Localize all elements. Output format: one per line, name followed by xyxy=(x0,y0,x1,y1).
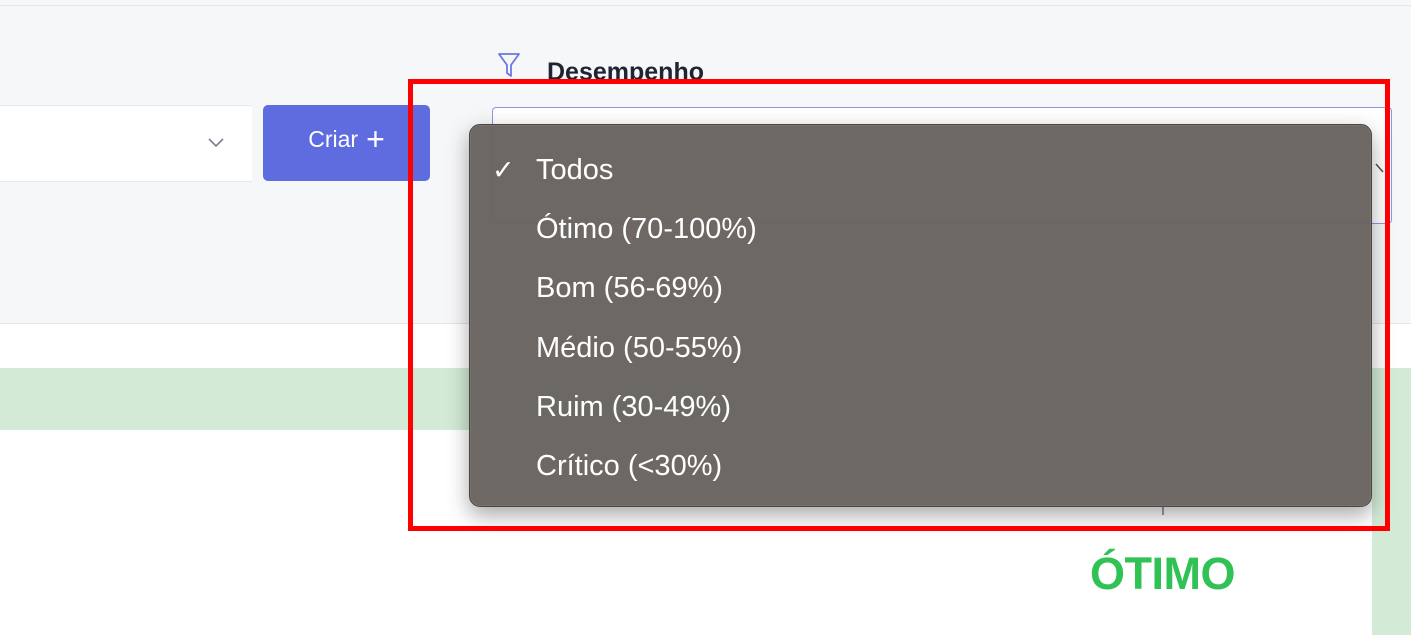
create-button-label: Criar xyxy=(308,125,359,152)
checkmark-icon: ✓ xyxy=(492,155,515,185)
menu-item-label: Ruim (30-49%) xyxy=(536,391,731,423)
menu-item-bom[interactable]: Bom (56-69%) xyxy=(470,261,1371,315)
menu-item-medio[interactable]: Médio (50-55%) xyxy=(470,321,1371,375)
menu-item-otimo[interactable]: Ótimo (70-100%) xyxy=(470,202,1371,256)
menu-item-label: Crítico (<30%) xyxy=(536,450,723,482)
chevron-down-icon[interactable] xyxy=(1374,160,1388,178)
menu-item-todos[interactable]: ✓ Todos xyxy=(470,143,1371,197)
menu-item-label: Ótimo (70-100%) xyxy=(536,213,757,245)
chevron-down-icon[interactable] xyxy=(206,135,226,149)
divider xyxy=(0,5,1411,6)
row-highlight-strip xyxy=(1372,430,1411,635)
menu-item-label: Médio (50-55%) xyxy=(536,332,743,364)
performance-dropdown-menu: ✓ Todos Ótimo (70-100%) Bom (56-69%) Méd… xyxy=(469,124,1372,507)
plus-icon: + xyxy=(366,121,385,157)
menu-item-label: Bom (56-69%) xyxy=(536,272,723,304)
filter-label: Desempenho xyxy=(547,58,704,81)
menu-item-ruim[interactable]: Ruim (30-49%) xyxy=(470,380,1371,434)
menu-item-label: Todos xyxy=(536,154,614,186)
filter-icon xyxy=(498,53,520,77)
create-button[interactable]: Criar + xyxy=(263,105,430,181)
menu-item-critico[interactable]: Crítico (<30%) xyxy=(470,439,1371,493)
status-badge: ÓTIMO xyxy=(1090,548,1235,599)
